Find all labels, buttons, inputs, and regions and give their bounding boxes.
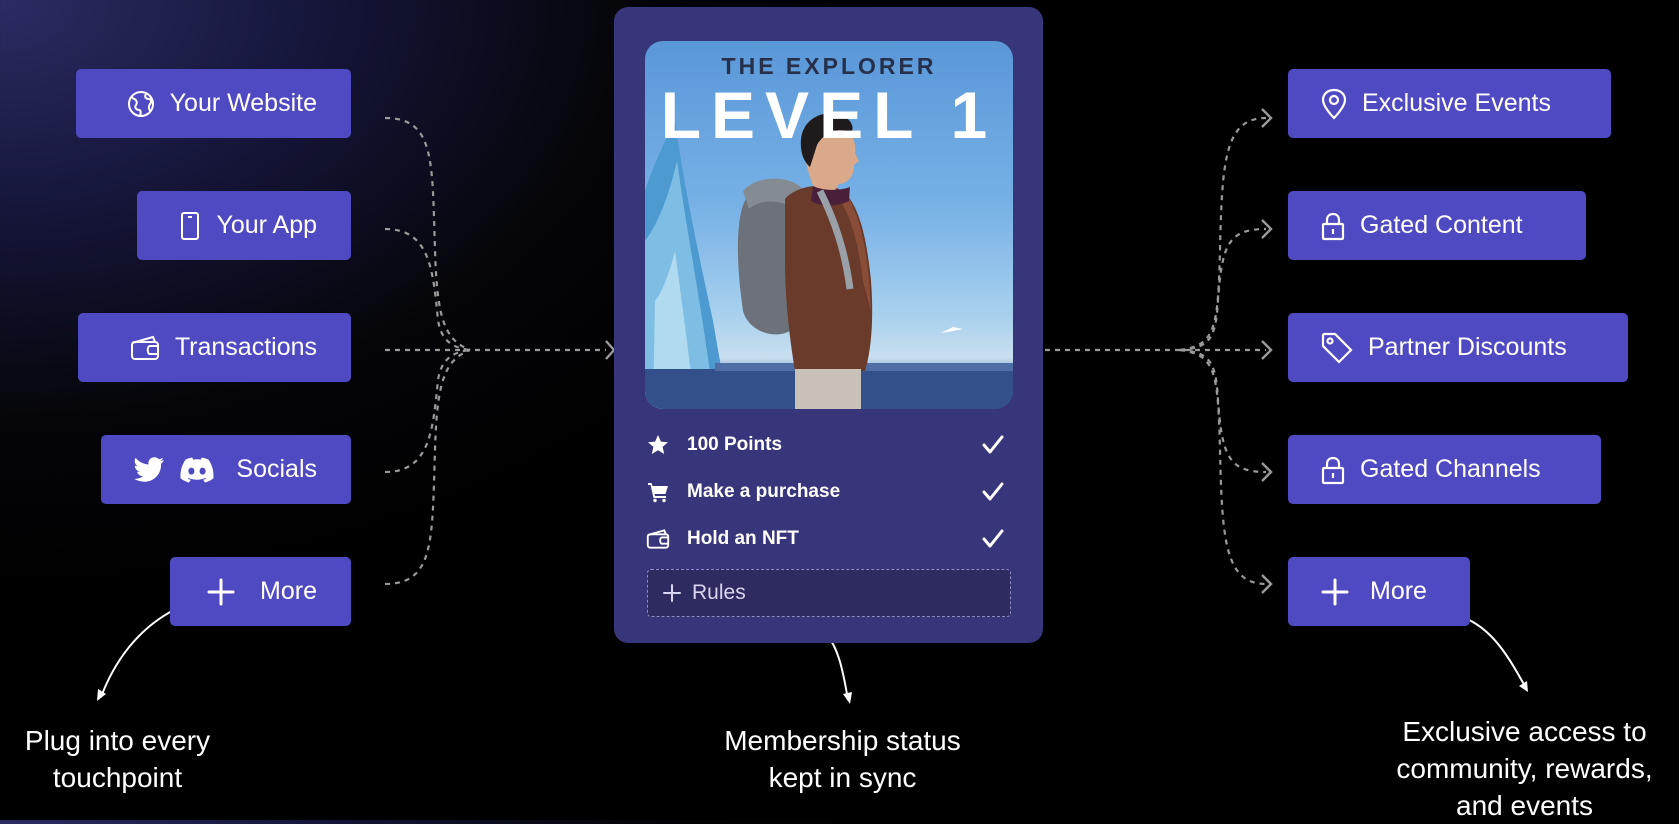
source-transactions[interactable]: Transactions [78,313,351,382]
level-artwork: THE EXPLORER LEVEL 1 [645,41,1013,409]
benefit-label: Exclusive Events [1362,89,1551,117]
lock-icon [1321,212,1345,240]
benefit-partner-discounts[interactable]: Partner Discounts [1288,313,1628,382]
benefit-label: Gated Channels [1360,455,1541,483]
phone-icon [181,211,200,240]
twitter-icon [134,456,165,482]
source-label: Transactions [174,333,317,361]
plus-icon [207,578,235,605]
benefit-label: Partner Discounts [1368,333,1567,361]
globe-icon [127,90,154,117]
benefit-gated-channels[interactable]: Gated Channels [1288,435,1601,504]
source-label: Socials [236,455,317,483]
rule-label: Hold an NFT [687,528,799,549]
caption-right: Exclusive access to community, rewards, … [1396,716,1653,821]
discord-icon [180,457,214,483]
location-pin-icon [1321,88,1347,120]
rule-label: Make a purchase [687,481,841,502]
benefit-label: More [1370,577,1427,605]
plus-icon [1321,578,1349,605]
caption-left: Plug into every touchpoint [24,725,211,793]
source-your-app[interactable]: Your App [137,191,351,260]
source-label: More [260,577,317,605]
cart-icon [648,483,668,503]
plus-icon [663,584,681,602]
card-title: LEVEL 1 [660,78,998,152]
rule-item: Hold an NFT [645,522,1013,556]
card-subtitle: THE EXPLORER [721,53,937,79]
source-more[interactable]: More [170,557,351,626]
source-socials[interactable]: Socials [101,435,351,504]
caption-center: Membership status kept in sync [724,725,961,793]
benefit-more[interactable]: More [1288,557,1470,626]
tag-icon [1321,332,1353,364]
check-icon [982,482,1004,501]
star-icon [648,435,668,454]
wallet-icon [130,335,159,360]
check-icon [982,435,1004,454]
add-rules-button[interactable]: Rules [647,569,1011,617]
lock-icon [1321,456,1345,484]
add-rules-label: Rules [692,581,746,604]
membership-card: THE EXPLORER LEVEL 1 100 Points Make a p… [614,7,1043,643]
rule-item: 100 Points [645,428,1013,462]
rule-item: Make a purchase [645,475,1013,509]
rule-label: 100 Points [687,434,783,455]
source-label: Your Website [169,89,317,117]
source-label: Your App [216,211,317,239]
benefit-label: Gated Content [1360,211,1523,239]
wallet-icon [646,529,670,549]
source-your-website[interactable]: Your Website [76,69,351,138]
check-icon [982,529,1004,548]
benefit-gated-content[interactable]: Gated Content [1288,191,1586,260]
benefit-exclusive-events[interactable]: Exclusive Events [1288,69,1611,138]
